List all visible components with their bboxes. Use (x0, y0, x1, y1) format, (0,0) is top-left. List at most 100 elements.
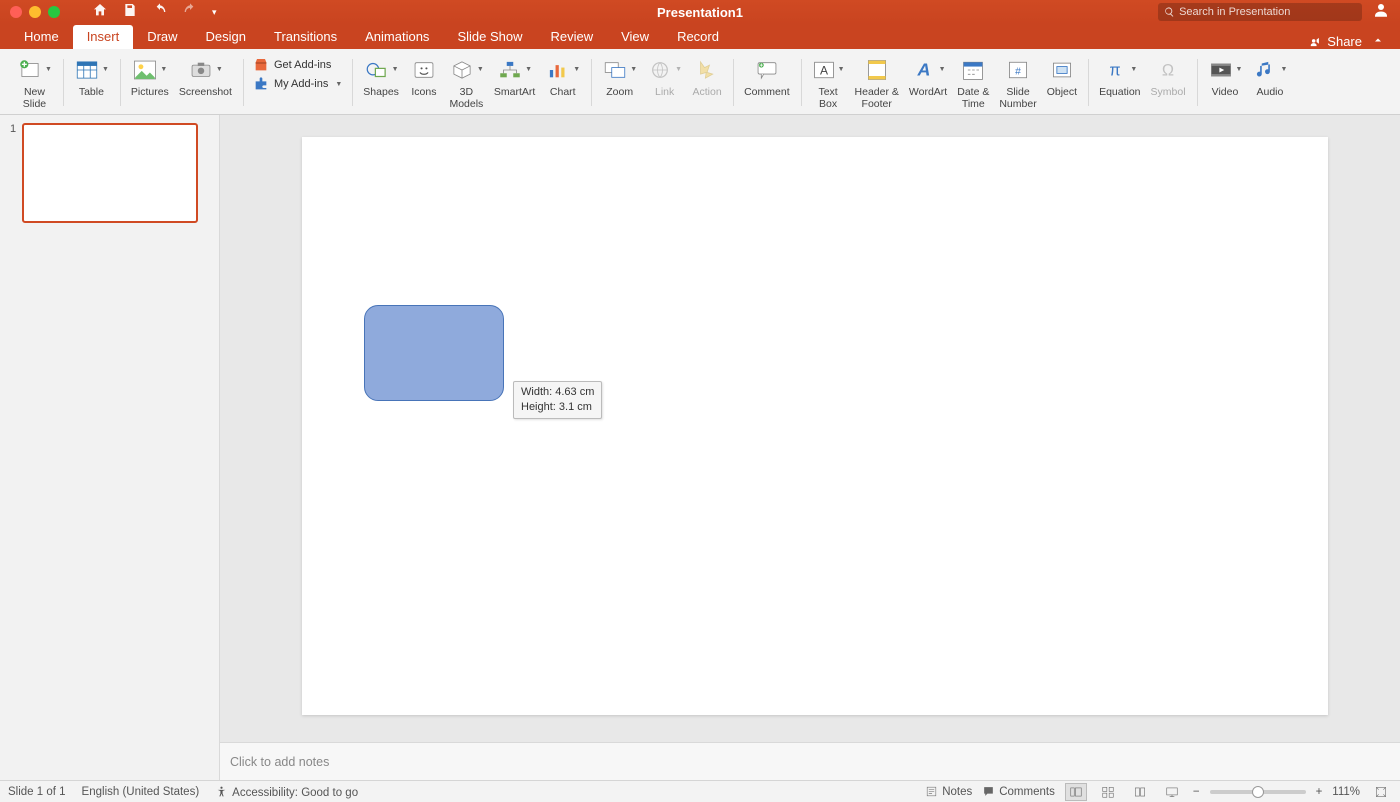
undo-icon[interactable] (152, 2, 168, 23)
header-footer-button[interactable]: Header & Footer (850, 55, 904, 110)
icons-button[interactable]: Icons (404, 55, 444, 98)
slide-thumbnail-panel[interactable]: 1 (0, 115, 220, 780)
tab-animations[interactable]: Animations (351, 25, 443, 49)
svg-text:A: A (916, 60, 930, 80)
minimize-window-button[interactable] (29, 6, 41, 18)
thumbnail-number: 1 (10, 123, 16, 223)
fit-to-window-button[interactable] (1370, 783, 1392, 801)
tab-view[interactable]: View (607, 25, 663, 49)
zoom-in-button[interactable]: + (1316, 786, 1323, 798)
rounded-rectangle-shape[interactable] (364, 305, 504, 401)
date-time-button[interactable]: Date & Time (952, 55, 994, 110)
slide-canvas-area[interactable]: Width: 4.63 cm Height: 3.1 cm (220, 115, 1400, 780)
zoom-out-button[interactable]: − (1193, 786, 1200, 798)
store-icon (253, 57, 269, 73)
tab-draw[interactable]: Draw (133, 25, 191, 49)
search-box[interactable] (1158, 3, 1362, 21)
tab-design[interactable]: Design (192, 25, 260, 49)
svg-text:Ω: Ω (1162, 62, 1174, 80)
chart-icon (545, 58, 571, 82)
chart-button[interactable]: ▼ Chart (540, 55, 585, 98)
get-addins-button[interactable]: Get Add-ins (253, 57, 342, 73)
slide[interactable]: Width: 4.63 cm Height: 3.1 cm (302, 137, 1328, 715)
screenshot-button[interactable]: ▼ Screenshot (174, 55, 237, 98)
table-button[interactable]: ▼ Table (69, 55, 114, 98)
redo-icon[interactable] (182, 2, 198, 23)
search-input[interactable] (1179, 6, 1356, 18)
comment-button[interactable]: Comment (739, 55, 795, 98)
document-title: Presentation1 (657, 5, 743, 20)
collapse-ribbon-icon[interactable] (1372, 34, 1384, 49)
window-controls (0, 6, 60, 18)
new-slide-icon (17, 57, 43, 83)
maximize-window-button[interactable] (48, 6, 60, 18)
object-button[interactable]: Object (1042, 55, 1082, 98)
addins-icon (253, 76, 269, 92)
video-button[interactable]: ▼ Video (1203, 55, 1248, 98)
reading-view-button[interactable] (1129, 783, 1151, 801)
pictures-icon (132, 58, 158, 82)
zoom-level[interactable]: 111% (1332, 786, 1360, 798)
close-window-button[interactable] (10, 6, 22, 18)
home-icon[interactable] (92, 2, 108, 23)
video-icon (1208, 58, 1234, 82)
title-bar: ▾ Presentation1 (0, 0, 1400, 24)
smartart-icon (497, 58, 523, 82)
comments-icon (982, 785, 995, 798)
shapes-button[interactable]: ▼ Shapes (358, 55, 404, 98)
status-bar: Slide 1 of 1 English (United States) Acc… (0, 780, 1400, 802)
slideshow-view-button[interactable] (1161, 783, 1183, 801)
link-button[interactable]: ▼ Link (642, 55, 687, 98)
work-area: 1 Width: 4.63 cm Height: 3.1 cm (0, 115, 1400, 780)
3d-models-button[interactable]: ▼ 3D Models (444, 55, 489, 110)
share-label: Share (1327, 34, 1362, 49)
new-slide-button[interactable]: ▼ New Slide (12, 55, 57, 110)
slide-number-button[interactable]: # Slide Number (994, 55, 1041, 110)
link-icon (647, 58, 673, 82)
pictures-button[interactable]: ▼ Pictures (126, 55, 174, 98)
tab-transitions[interactable]: Transitions (260, 25, 351, 49)
notes-pane[interactable]: Click to add notes (220, 742, 1400, 780)
text-box-button[interactable]: A▼ Text Box (807, 55, 850, 110)
wordart-button[interactable]: A▼ WordArt (904, 55, 952, 98)
language-indicator[interactable]: English (United States) (82, 786, 200, 798)
tab-slideshow[interactable]: Slide Show (443, 25, 536, 49)
datetime-icon (961, 58, 985, 82)
smartart-button[interactable]: ▼ SmartArt (489, 55, 540, 98)
notes-icon (925, 785, 938, 798)
share-button[interactable]: Share (1309, 34, 1362, 49)
accessibility-status[interactable]: Accessibility: Good to go (215, 785, 358, 799)
qat-customize-icon[interactable]: ▾ (212, 7, 217, 18)
ribbon: ▼ New Slide ▼ Table ▼ Pictures ▼ Screens… (0, 49, 1400, 115)
zoom-slider[interactable] (1210, 790, 1306, 794)
save-icon[interactable] (122, 2, 138, 23)
textbox-icon: A (812, 58, 836, 82)
symbol-button[interactable]: Ω Symbol (1146, 55, 1191, 98)
zoom-button[interactable]: ▼ Zoom (597, 55, 642, 98)
audio-button[interactable]: ▼ Audio (1247, 55, 1292, 98)
sorter-view-button[interactable] (1097, 783, 1119, 801)
headerfooter-icon (865, 58, 889, 82)
audio-icon (1252, 58, 1278, 82)
my-addins-button[interactable]: My Add-ins ▼ (253, 76, 342, 92)
tooltip-width: Width: 4.63 cm (521, 385, 594, 400)
zoom-icon (602, 58, 628, 82)
svg-text:#: # (1015, 66, 1021, 77)
tab-home[interactable]: Home (10, 25, 73, 49)
account-icon[interactable] (1372, 1, 1390, 24)
comments-toggle[interactable]: Comments (982, 785, 1055, 798)
cube-icon (449, 58, 475, 82)
tab-record[interactable]: Record (663, 25, 733, 49)
action-icon (694, 58, 720, 82)
notes-toggle[interactable]: Notes (925, 785, 972, 798)
tab-insert[interactable]: Insert (73, 25, 134, 49)
normal-view-button[interactable] (1065, 783, 1087, 801)
slide-thumbnail-1[interactable] (22, 123, 198, 223)
tab-review[interactable]: Review (536, 25, 607, 49)
action-button[interactable]: Action (687, 55, 727, 98)
wordart-icon: A (911, 58, 937, 82)
notes-placeholder: Click to add notes (230, 755, 329, 769)
share-icon (1309, 35, 1323, 49)
equation-button[interactable]: π▼ Equation (1094, 55, 1145, 98)
slide-indicator[interactable]: Slide 1 of 1 (8, 786, 66, 798)
